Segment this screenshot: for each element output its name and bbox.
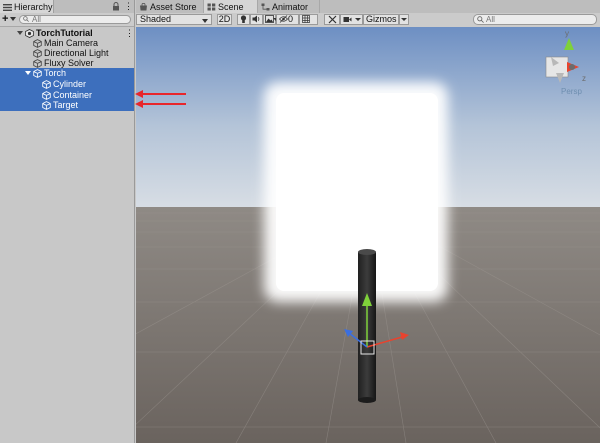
shading-mode-label: Shaded: [140, 14, 172, 24]
hierarchy-item-cylinder[interactable]: Cylinder: [0, 79, 134, 90]
red-arrow-icon: [135, 100, 186, 108]
gameobject-cube-icon: [33, 69, 42, 78]
gizmo-z-label: z: [582, 74, 586, 83]
lightbulb-icon: [240, 15, 247, 23]
scene-search-input[interactable]: [486, 15, 591, 24]
gizmos-label: Gizmos: [366, 14, 397, 24]
search-icon: [477, 16, 484, 23]
editor-tab-bar: Asset Store Scene Animator: [136, 0, 600, 14]
eye-slash-icon: [278, 15, 289, 23]
toggle-2d-button[interactable]: 2D: [217, 14, 232, 25]
annotation-arrows: [135, 90, 186, 108]
chevron-down-icon: [401, 18, 407, 21]
gameobject-cube-icon: [42, 91, 51, 100]
grid-icon: [302, 15, 310, 23]
hierarchy-item-label: Target: [53, 100, 79, 110]
expand-triangle-icon[interactable]: [25, 71, 31, 75]
tab-label: Scene: [218, 2, 244, 12]
red-arrow-icon: [135, 90, 186, 98]
hierarchy-item-label: Torch: [44, 68, 67, 78]
audio-toggle-button[interactable]: [250, 14, 263, 25]
chevron-down-icon: [202, 19, 208, 23]
shading-mode-dropdown[interactable]: Shaded: [136, 14, 212, 25]
glowing-light-quad-core: [276, 93, 438, 291]
lock-icon[interactable]: [112, 2, 120, 11]
add-object-button[interactable]: +: [2, 13, 8, 25]
tab-label: Animator: [272, 2, 309, 12]
hierarchy-search[interactable]: [19, 15, 131, 24]
tab-asset-store[interactable]: Asset Store: [136, 0, 204, 13]
tab-hierarchy[interactable]: Hierarchy: [0, 0, 54, 13]
hierarchy-item-target[interactable]: Target: [0, 100, 134, 111]
lighting-toggle-button[interactable]: [237, 14, 250, 25]
scene-tools-button[interactable]: [324, 14, 340, 25]
tab-label: Asset Store: [150, 2, 197, 12]
grid-toggle-button[interactable]: [299, 14, 318, 30]
hierarchy-item-torch[interactable]: Torch: [0, 68, 134, 79]
gameobject-cube-icon: [42, 101, 51, 110]
gameobject-cube-icon: [33, 49, 42, 58]
search-icon: [23, 16, 29, 22]
hierarchy-menu-icon[interactable]: ⋮: [124, 1, 133, 11]
tab-scene[interactable]: Scene: [204, 0, 258, 13]
hidden-count: 0: [288, 14, 294, 24]
hidden-objects-toggle[interactable]: 0: [276, 14, 299, 25]
gameobject-cube-icon: [42, 80, 51, 89]
camera-icon: [343, 17, 352, 22]
hierarchy-search-input[interactable]: [32, 15, 127, 24]
camera-settings-button[interactable]: [340, 14, 363, 25]
hierarchy-panel: Hierarchy ⋮ + TorchTutorial ⋮ Main Camer…: [0, 0, 135, 443]
toggle-2d-label: 2D: [218, 14, 231, 24]
animator-nodes-icon: [261, 3, 270, 11]
effects-toggle-button[interactable]: [263, 14, 279, 25]
gizmos-chevron-button[interactable]: [399, 14, 409, 25]
speaker-icon: [252, 15, 260, 23]
gameobject-cube-icon: [33, 59, 42, 68]
chevron-down-icon: [355, 18, 361, 21]
tab-hierarchy-label: Hierarchy: [14, 2, 53, 12]
tab-animator[interactable]: Animator: [258, 0, 320, 13]
list-icon: [3, 4, 12, 11]
gizmo-y-label: y: [565, 29, 569, 38]
gameobject-cube-icon: [33, 39, 42, 48]
unity-scene-icon: [25, 29, 34, 38]
chevron-down-icon[interactable]: [10, 17, 16, 21]
scene-search[interactable]: [473, 14, 597, 25]
grid-icon: [207, 3, 216, 11]
projection-label[interactable]: Persp: [561, 87, 582, 96]
hierarchy-toolbar: +: [0, 13, 134, 27]
wrench-icon: [328, 15, 336, 24]
expand-triangle-icon[interactable]: [17, 31, 23, 35]
scene-viewport[interactable]: y z: [136, 27, 600, 443]
scene-toolbar: Shaded 2D 0 Gizmos: [136, 13, 600, 30]
shopping-bag-icon: [140, 2, 147, 11]
hierarchy-tab-bar: Hierarchy ⋮: [0, 0, 134, 14]
gizmos-dropdown[interactable]: Gizmos: [363, 14, 399, 25]
hierarchy-item-label: Cylinder: [53, 79, 87, 89]
